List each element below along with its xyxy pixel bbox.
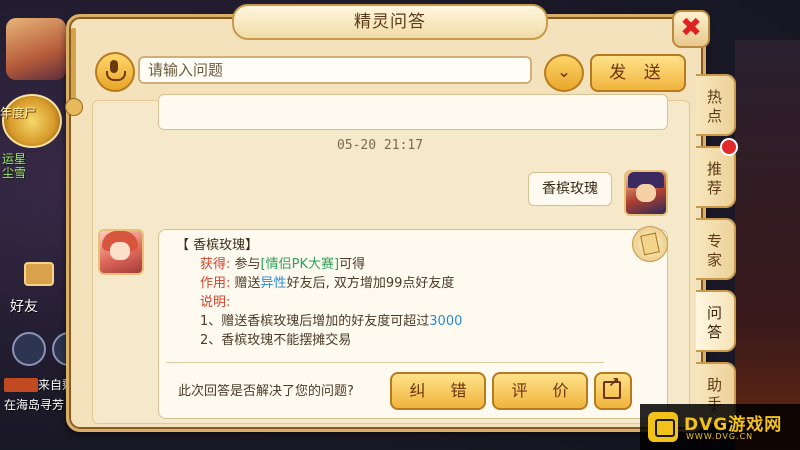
share-arrow-icon: ↗ [608, 375, 620, 391]
answer-note-1: 1、赠送香槟玫瑰后增加的好友度可超过3000 [200, 312, 462, 331]
obtain-pre: 参与 [234, 257, 261, 272]
obtain-label: 获得: [200, 257, 231, 272]
answer-note-2: 2、香槟玫瑰不能摆摊交易 [200, 333, 352, 348]
answer-note-label: 说明: [200, 293, 230, 312]
chevron-down-icon[interactable]: ⌄ [544, 54, 584, 92]
tab-expert[interactable]: 专家 [696, 218, 736, 280]
tassel-knot [65, 98, 83, 116]
player-name: 运星 尘雪 [2, 152, 27, 180]
previous-answer-bubble [158, 94, 668, 130]
feedback-question: 此次回答是否解决了您的问题? [178, 384, 354, 399]
rank-badge-text: 年度尸 [0, 106, 37, 120]
notification-dot [720, 138, 738, 156]
event-link[interactable]: [情侣PK大赛] [261, 257, 340, 272]
correct-button[interactable]: 纠 错 [390, 372, 486, 410]
use-label: 作用: [200, 276, 231, 291]
obtain-post: 可得 [339, 257, 366, 272]
tab-qa[interactable]: 问答 [696, 290, 736, 352]
note-1-value: 3000 [429, 314, 463, 329]
send-button[interactable]: 发 送 [590, 54, 686, 92]
answer-use-line: 作用: 赠送异性好友后, 双方增加99点好友度 [200, 274, 454, 293]
mail-icon[interactable] [24, 262, 54, 286]
dialog-title: 精灵问答 [232, 4, 548, 40]
chat-channel-tag [4, 378, 38, 392]
user-question-bubble: 香槟玫瑰 [528, 172, 612, 206]
user-avatar-face [636, 184, 656, 202]
npc-avatar-face [110, 242, 130, 260]
rate-button[interactable]: 评 价 [492, 372, 588, 410]
use-highlight: 异性 [260, 276, 287, 291]
answer-obtain-line: 获得: 参与[情侣PK大赛]可得 [200, 255, 365, 274]
tassel-decoration [71, 28, 76, 108]
answer-title: 【 香槟玫瑰】 [176, 238, 259, 253]
use-post: 好友后, 双方增加99点好友度 [286, 276, 455, 291]
note-label: 说明: [200, 295, 231, 310]
game-background-right [735, 40, 800, 450]
friend-button[interactable]: 好友 [10, 296, 38, 316]
chat-bubble-icon[interactable] [12, 332, 46, 366]
note-1-text: 1、赠送香槟玫瑰后增加的好友度可超过 [200, 314, 430, 329]
watermark-url: WWW.DVG.CN [686, 432, 754, 441]
message-timestamp: 05-20 21:17 [336, 138, 424, 153]
chat-message-line: 在海岛寻芳 [4, 398, 65, 412]
gamepad-icon [655, 419, 675, 437]
rank-badge[interactable] [2, 94, 62, 148]
use-pre: 赠送 [234, 276, 261, 291]
feedback-divider [166, 362, 604, 363]
close-icon[interactable]: ✖ [672, 10, 710, 48]
tab-hot[interactable]: 热点 [696, 74, 736, 136]
question-input[interactable] [138, 56, 532, 84]
player-portrait[interactable] [6, 18, 66, 80]
